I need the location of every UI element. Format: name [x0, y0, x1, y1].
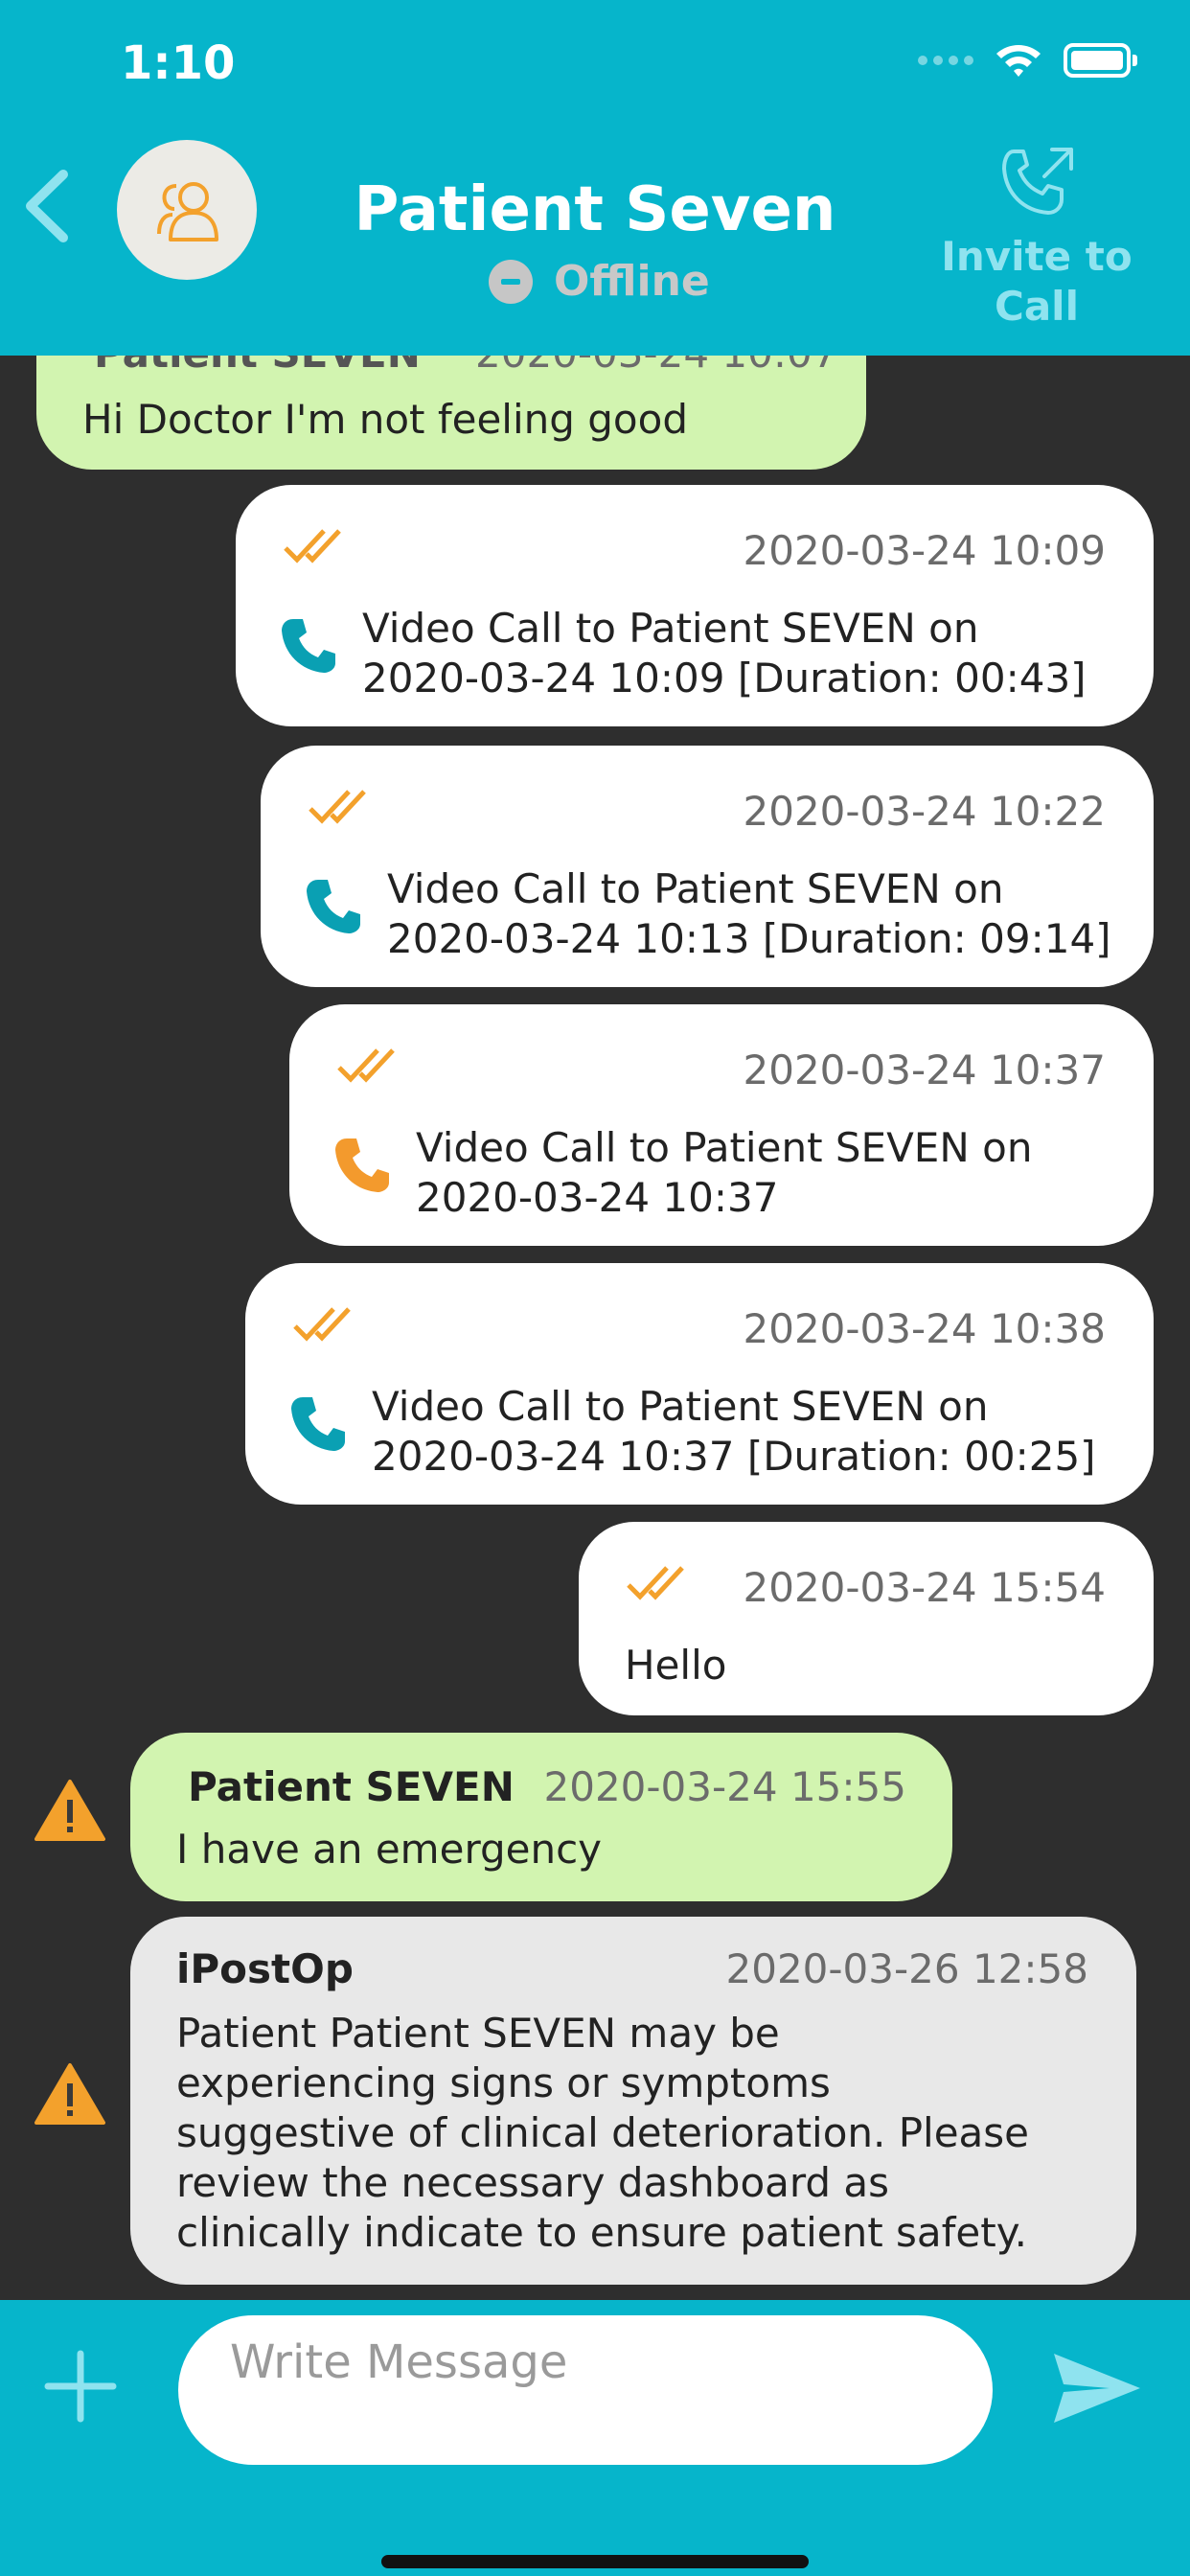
- wifi-icon: [996, 45, 1041, 77]
- phone-icon: [335, 1138, 389, 1192]
- message-text: Video Call to Patient SEVEN on: [362, 605, 979, 652]
- warning-icon: [34, 2063, 105, 2125]
- outgoing-call-icon: [1002, 148, 1073, 215]
- message-text: I have an emergency: [176, 1826, 603, 1873]
- double-check-icon: [284, 529, 341, 564]
- message-text-line: Patient Patient SEVEN may be: [176, 2010, 780, 2057]
- message-text: 2020-03-24 10:13 [Duration: 09:14]: [387, 915, 1111, 962]
- system-alert-message: iPostOp 2020-03-26 12:58 Patient Patient…: [130, 1917, 1136, 2285]
- cellular-signal-icon: [918, 56, 973, 65]
- message-text: Hi Doctor I'm not feeling good: [82, 396, 688, 443]
- message-composer: [0, 2300, 1190, 2576]
- double-check-icon: [293, 1307, 351, 1342]
- call-log-message: 2020-03-24 10:22 Video Call to Patient S…: [261, 746, 1154, 987]
- invite-label-line1: Invite to: [941, 233, 1133, 280]
- invite-label-line2: Call: [995, 283, 1079, 330]
- message-text-line: review the necessary dashboard as: [176, 2159, 890, 2206]
- home-indicator: [381, 2555, 809, 2568]
- message-text-line: suggestive of clinical deterioration. Pl…: [176, 2109, 1030, 2156]
- status-bar-indicators: [918, 42, 1137, 79]
- send-button[interactable]: [1052, 2350, 1142, 2426]
- status-bar-time: 1:10: [121, 36, 236, 90]
- message-timestamp: 2020-03-24 10:38: [743, 1305, 1106, 1352]
- message-timestamp: 2020-03-24 15:54: [743, 1564, 1106, 1611]
- message-text: 2020-03-24 10:09 [Duration: 00:43]: [362, 655, 1087, 702]
- message-sender: iPostOp: [176, 1945, 354, 1992]
- chat-screen: Patient SEVEN 2020-03-24 10:07 Hi Doctor…: [0, 0, 1190, 2576]
- message-text: Hello: [625, 1642, 727, 1689]
- double-check-icon: [309, 790, 366, 824]
- message-text: 2020-03-24 10:37: [416, 1174, 779, 1221]
- warning-icon: [34, 1780, 105, 1841]
- message-text: Video Call to Patient SEVEN on: [387, 865, 1004, 912]
- call-log-message: 2020-03-24 10:37 Video Call to Patient S…: [289, 1004, 1154, 1246]
- battery-icon: [1064, 43, 1137, 78]
- add-attachment-button[interactable]: [44, 2350, 117, 2423]
- message-text: Video Call to Patient SEVEN on: [416, 1124, 1033, 1171]
- double-check-icon: [337, 1048, 395, 1083]
- presence-label: Offline: [554, 257, 710, 306]
- message-input[interactable]: [178, 2315, 993, 2465]
- message-timestamp: 2020-03-24 15:55: [543, 1763, 906, 1810]
- message-text: 2020-03-24 10:37 [Duration: 00:25]: [372, 1433, 1096, 1480]
- message-timestamp: 2020-03-24 10:22: [743, 788, 1106, 835]
- outgoing-message: 2020-03-24 15:54 Hello: [579, 1522, 1154, 1715]
- phone-icon: [282, 619, 335, 673]
- message-text: Video Call to Patient SEVEN on: [372, 1383, 989, 1430]
- incoming-message: Patient SEVEN 2020-03-24 15:55 I have an…: [130, 1733, 952, 1901]
- message-sender: Patient SEVEN: [188, 1763, 515, 1810]
- call-log-message: 2020-03-24 10:09 Video Call to Patient S…: [236, 485, 1154, 726]
- phone-icon: [291, 1397, 345, 1451]
- presence-status: Offline: [489, 257, 710, 306]
- message-text-line: clinically indicate to ensure patient sa…: [176, 2209, 1027, 2256]
- phone-icon: [307, 880, 360, 933]
- chat-header: 1:10 Patient Seven Offline Invite to Cal…: [0, 0, 1190, 356]
- message-timestamp: 2020-03-26 12:58: [725, 1945, 1088, 1992]
- message-timestamp: 2020-03-24 10:09: [743, 527, 1106, 574]
- call-log-message: 2020-03-24 10:38 Video Call to Patient S…: [245, 1263, 1154, 1505]
- invite-to-call-button[interactable]: Invite to Call: [929, 144, 1144, 332]
- message-timestamp: 2020-03-24 10:37: [743, 1046, 1106, 1093]
- message-text-line: experiencing signs or symptoms: [176, 2059, 831, 2106]
- minus-circle-icon: [489, 259, 533, 304]
- double-check-icon: [627, 1566, 684, 1600]
